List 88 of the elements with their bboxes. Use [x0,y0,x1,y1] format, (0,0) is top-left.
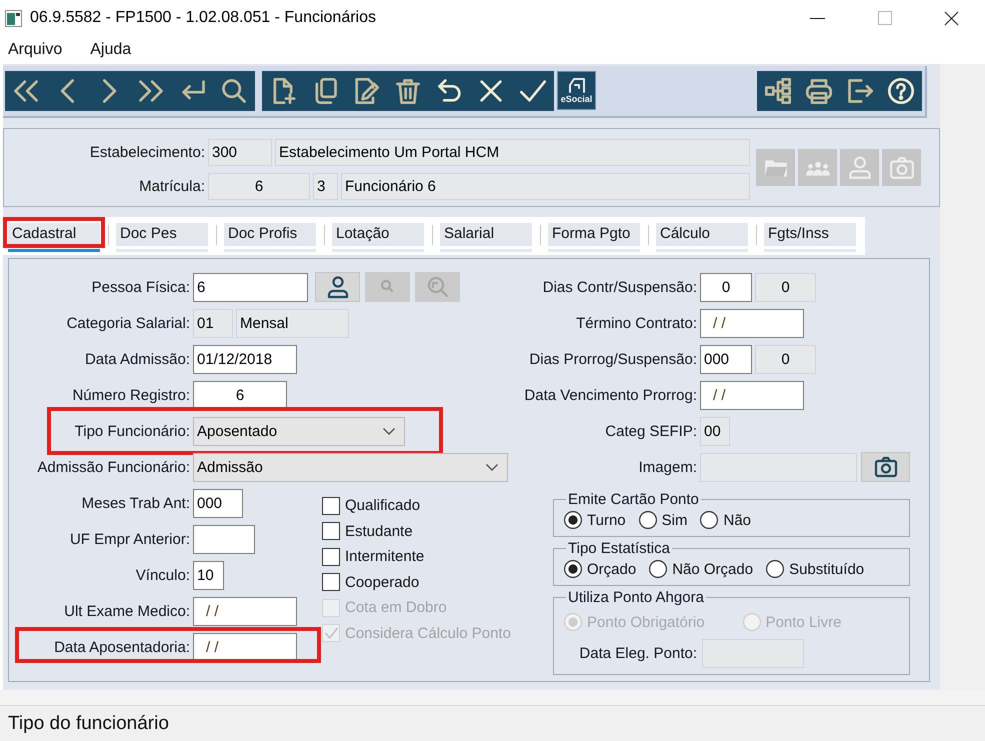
radio-option[interactable]: Não Orçado [649,560,754,578]
trash-icon [394,77,422,105]
dropdown[interactable]: Admissão [193,452,508,482]
field-label: Dias Contr/Suspensão: [542,278,697,296]
hierarchy-icon [764,77,792,105]
input-field[interactable] [193,524,255,554]
search-icon [220,77,248,105]
field-label: Término Contrato: [575,314,697,332]
input-field[interactable]: Mensal [236,308,349,338]
tab[interactable]: Cálculo [656,223,748,252]
field-label: Tipo Funcionário: [74,422,190,440]
app-icon [5,10,22,26]
field-label: UF Empr Anterior: [68,530,190,548]
close-icon [944,10,959,26]
tab[interactable]: Cadastral [8,223,100,252]
person-icon [326,275,350,299]
tab[interactable]: Forma Pgto [548,223,640,252]
input-field[interactable]: 6 [208,173,310,200]
checkbox[interactable]: Estudante [322,518,511,544]
chevron-down-icon [383,428,395,434]
input-field[interactable]: 3 [313,173,338,200]
field-label: Data Aposentadoria: [53,638,190,656]
checkbox[interactable]: Intermitente [322,544,511,570]
radio-option[interactable]: Sim [638,511,688,529]
field-label: Data Eleg. Ponto: [578,645,697,662]
field-label: Estabelecimento: [88,144,205,161]
field-label: Meses Trab Ant: [80,494,190,512]
search-icon [426,275,450,299]
input-field[interactable]: 0 [700,272,752,302]
group-title: Tipo Estatística [567,540,671,557]
field-label: Ult Exame Medico: [63,602,190,620]
field-label: Data Vencimento Prorrog: [523,386,697,404]
input-field[interactable]: 01/12/2018 [193,344,297,374]
tab[interactable]: Fgts/Inss [764,223,856,252]
checkbox[interactable]: Qualificado [322,493,511,518]
radio-option[interactable]: Não [700,511,752,529]
field-label: Dias Prorrog/Suspensão: [528,350,697,368]
toolbar-button[interactable]: eSocial [557,71,596,110]
tab[interactable]: Salarial [440,223,532,252]
input-field[interactable]: 00 [700,416,730,446]
field-label: Data Admissão: [84,350,190,368]
date-field[interactable]: / / [193,632,297,662]
window-title: 06.9.5582 - FP1500 - 1.02.08.051 - Funcionários [30,9,377,27]
group-title: Emite Cartão Ponto [567,491,700,508]
person-button[interactable] [315,272,360,302]
person-icon [846,154,872,180]
input-field[interactable]: 0 [755,344,816,374]
date-field[interactable]: / / [700,380,804,410]
input-field[interactable]: Estabelecimento Um Portal HCM [275,139,750,166]
tab[interactable]: Doc Profis [224,223,316,252]
input-field[interactable]: 6 [193,380,287,410]
field-label: Vínculo: [134,566,190,584]
radio-option[interactable]: Substituído [766,560,864,578]
logo-icon [566,77,586,93]
field-label: Pessoa Física: [90,278,190,296]
radio-option[interactable]: Turno [564,511,626,529]
input-field[interactable]: 300 [208,139,272,166]
field-label: Categoria Salarial: [66,314,190,332]
date-field[interactable]: / / [193,596,297,626]
camera-icon [888,154,914,180]
camera-icon [874,455,898,479]
field-label: Categ SEFIP: [604,422,697,440]
input-field[interactable]: Funcionário 6 [341,173,750,200]
chevron-down-icon [486,464,498,470]
menu-item[interactable]: Arquivo [2,38,68,62]
menu-item[interactable]: Ajuda [84,38,138,62]
printer-icon [804,77,833,105]
field-label: Matrícula: [138,178,205,195]
radio-option[interactable]: Orçado [564,560,636,578]
field-label: Imagem: [638,458,697,476]
checkbox[interactable]: Cooperado [322,570,511,595]
field-label: Admissão Funcionário: [36,458,190,476]
tab[interactable]: Doc Pes [116,223,208,252]
input-field[interactable]: 000 [700,344,752,374]
input-field[interactable]: 10 [193,560,224,590]
input-field[interactable]: 01 [193,308,233,338]
status-bar: Tipo do funcionário [0,705,985,741]
input-field[interactable]: 6 [193,272,308,302]
help-icon [887,77,916,105]
field-label: Número Registro: [71,386,190,404]
tab[interactable]: Lotação [332,223,424,252]
group-title: Utiliza Ponto Ahgora [567,589,705,606]
input-field[interactable]: 000 [193,488,243,518]
camera-button[interactable] [861,452,910,482]
input-field[interactable]: 0 [755,272,816,302]
date-field[interactable]: / / [700,308,804,338]
dropdown[interactable]: Aposentado [193,416,405,446]
maximize-icon [878,11,892,25]
